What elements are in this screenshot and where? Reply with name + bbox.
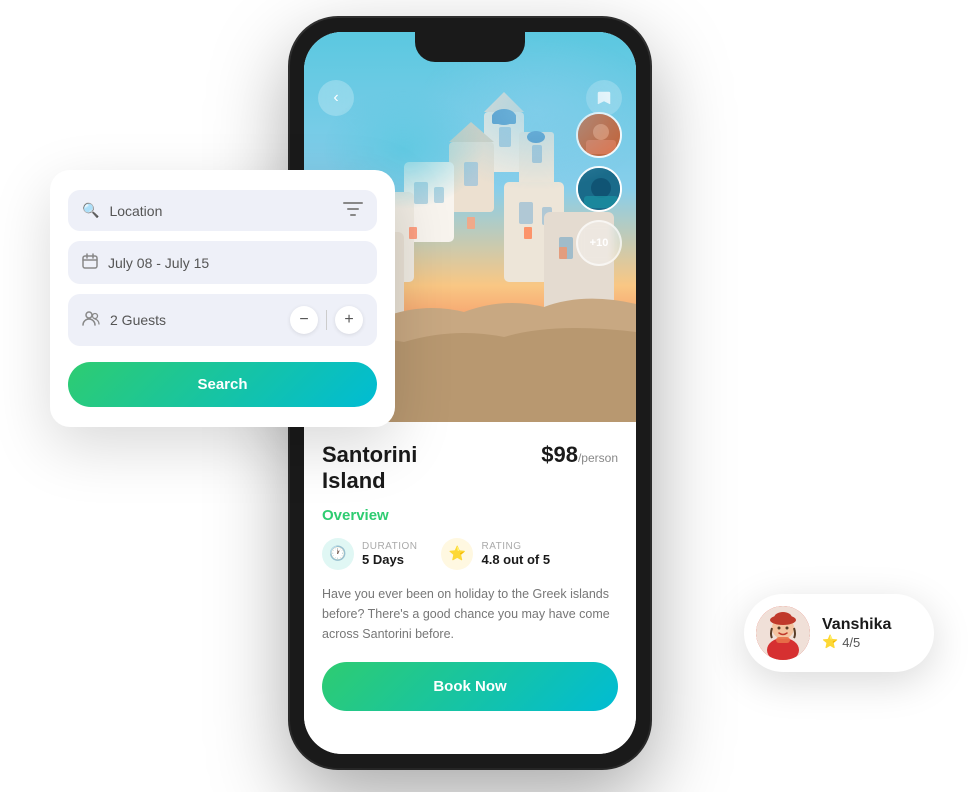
destination-name: Santorini Island — [322, 442, 417, 495]
search-button[interactable]: Search — [68, 362, 377, 407]
thumbnail-plus-text: +10 — [590, 237, 609, 249]
date-input[interactable]: July 08 - July 15 — [108, 255, 363, 271]
increase-guests-button[interactable]: + — [335, 306, 363, 334]
calendar-icon — [82, 253, 98, 272]
reviewer-avatar — [756, 606, 810, 660]
guests-divider — [326, 310, 327, 330]
reviewer-info: Vanshika ⭐ 4/5 — [822, 616, 891, 650]
duration-value: 5 Days — [362, 552, 417, 567]
search-card: 🔍 Location July 08 - July 15 — [50, 170, 395, 427]
side-thumbnails: +10 — [576, 112, 622, 266]
back-button[interactable]: ‹ — [318, 80, 354, 116]
thumbnail-2[interactable] — [576, 166, 622, 212]
decrease-guests-button[interactable]: − — [290, 306, 318, 334]
thumbnail-plus[interactable]: +10 — [576, 220, 622, 266]
save-button[interactable] — [586, 80, 622, 116]
price-amount: $98 — [541, 442, 578, 467]
overview-label: Overview — [322, 507, 618, 524]
guests-controls: − + — [290, 306, 363, 334]
price-per: /person — [578, 451, 618, 465]
thumbnail-1[interactable] — [576, 112, 622, 158]
reviewer-name: Vanshika — [822, 616, 891, 634]
duration-stat: 🕐 DURATION 5 Days — [322, 538, 417, 570]
rating-label: RATING — [481, 541, 550, 552]
duration-info: DURATION 5 Days — [362, 541, 417, 567]
rating-info: RATING 4.8 out of 5 — [481, 541, 550, 567]
rating-value: 4.8 out of 5 — [481, 552, 550, 567]
search-icon: 🔍 — [82, 202, 99, 219]
phone-notch — [415, 32, 525, 62]
guests-field[interactable]: 2 Guests − + — [68, 294, 377, 346]
location-field[interactable]: 🔍 Location — [68, 190, 377, 231]
location-input[interactable]: Location — [109, 203, 333, 219]
rating-value: 4/5 — [842, 635, 860, 650]
stats-row: 🕐 DURATION 5 Days ⭐ RATING 4.8 out of 5 — [322, 538, 618, 570]
rating-icon: ⭐ — [441, 538, 473, 570]
guests-text: 2 Guests — [110, 312, 280, 328]
review-card: Vanshika ⭐ 4/5 — [744, 594, 934, 672]
content-card: Santorini Island $98/person Overview 🕐 D… — [304, 422, 636, 754]
filter-icon[interactable] — [343, 202, 363, 219]
rating-stat: ⭐ RATING 4.8 out of 5 — [441, 538, 550, 570]
star-icon: ⭐ — [822, 634, 838, 650]
card-header: Santorini Island $98/person — [322, 442, 618, 495]
price-block: $98/person — [541, 442, 618, 468]
duration-icon: 🕐 — [322, 538, 354, 570]
duration-label: DURATION — [362, 541, 417, 552]
guests-icon — [82, 311, 100, 330]
reviewer-rating: ⭐ 4/5 — [822, 634, 891, 650]
description-text: Have you ever been on holiday to the Gre… — [322, 584, 618, 644]
date-field[interactable]: July 08 - July 15 — [68, 241, 377, 284]
book-now-button[interactable]: Book Now — [322, 662, 618, 711]
